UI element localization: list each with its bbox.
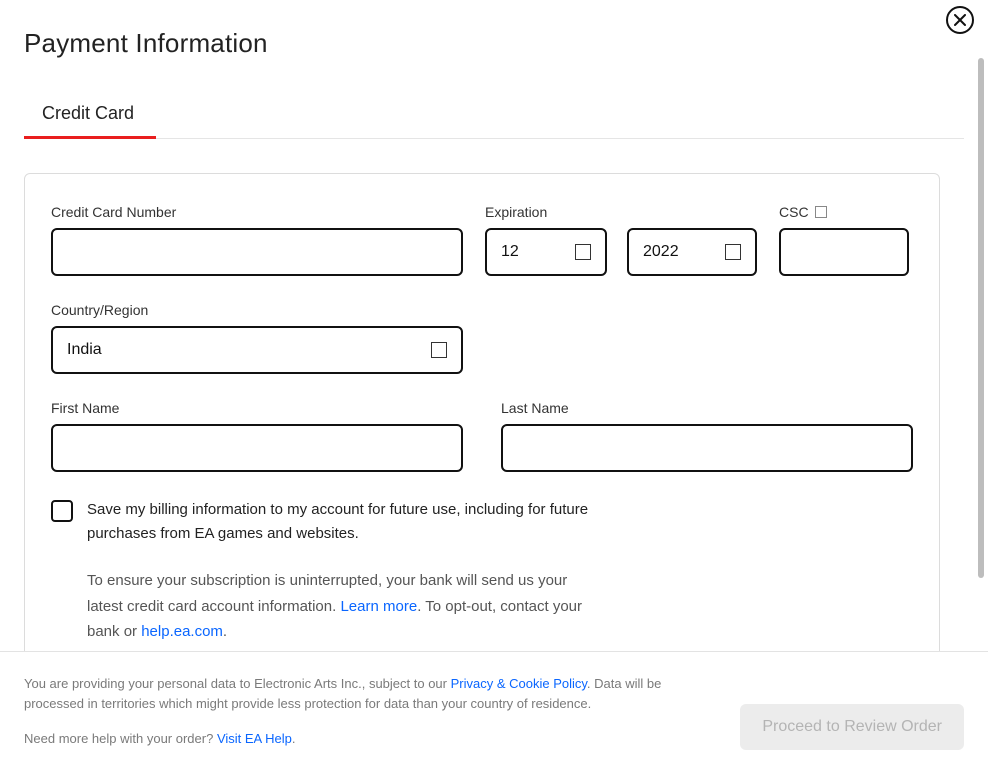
- proceed-button[interactable]: Proceed to Review Order: [740, 704, 964, 750]
- expiration-month-value: 12: [501, 243, 519, 261]
- country-value: India: [67, 341, 102, 359]
- save-billing-text: Save my billing information to my accoun…: [87, 498, 607, 546]
- scrollbar[interactable]: [978, 58, 984, 578]
- page-title: Payment Information: [24, 28, 964, 59]
- expiration-label: Expiration: [485, 204, 757, 220]
- privacy-policy-link[interactable]: Privacy & Cookie Policy: [451, 676, 587, 691]
- visit-ea-help-link[interactable]: Visit EA Help: [217, 731, 292, 746]
- country-select[interactable]: India: [51, 326, 463, 374]
- help-ea-link[interactable]: help.ea.com: [141, 623, 223, 640]
- country-label: Country/Region: [51, 302, 463, 318]
- help-icon: [815, 206, 827, 218]
- expiration-year-select[interactable]: 2022: [627, 228, 757, 276]
- chevron-down-icon: [431, 342, 447, 358]
- expiration-year-value: 2022: [643, 243, 679, 261]
- close-icon: [954, 14, 966, 26]
- last-name-input[interactable]: [501, 424, 913, 472]
- payment-method-tabs: Credit Card: [24, 93, 964, 139]
- save-billing-checkbox[interactable]: [51, 500, 73, 522]
- chevron-down-icon: [725, 244, 741, 260]
- expiration-month-select[interactable]: 12: [485, 228, 607, 276]
- footer-legal-text: You are providing your personal data to …: [24, 674, 664, 750]
- close-button[interactable]: [946, 6, 974, 34]
- first-name-label: First Name: [51, 400, 463, 416]
- csc-input[interactable]: [779, 228, 909, 276]
- tab-credit-card[interactable]: Credit Card: [24, 93, 152, 138]
- last-name-label: Last Name: [501, 400, 913, 416]
- learn-more-link[interactable]: Learn more: [340, 598, 417, 615]
- csc-label: CSC: [779, 204, 909, 220]
- card-number-label: Credit Card Number: [51, 204, 463, 220]
- card-number-input[interactable]: [51, 228, 463, 276]
- first-name-input[interactable]: [51, 424, 463, 472]
- chevron-down-icon: [575, 244, 591, 260]
- subscription-info-text: To ensure your subscription is uninterru…: [87, 568, 607, 645]
- footer-bar: You are providing your personal data to …: [0, 651, 988, 772]
- payment-form-card: Credit Card Number Expiration 12 2022: [24, 173, 940, 674]
